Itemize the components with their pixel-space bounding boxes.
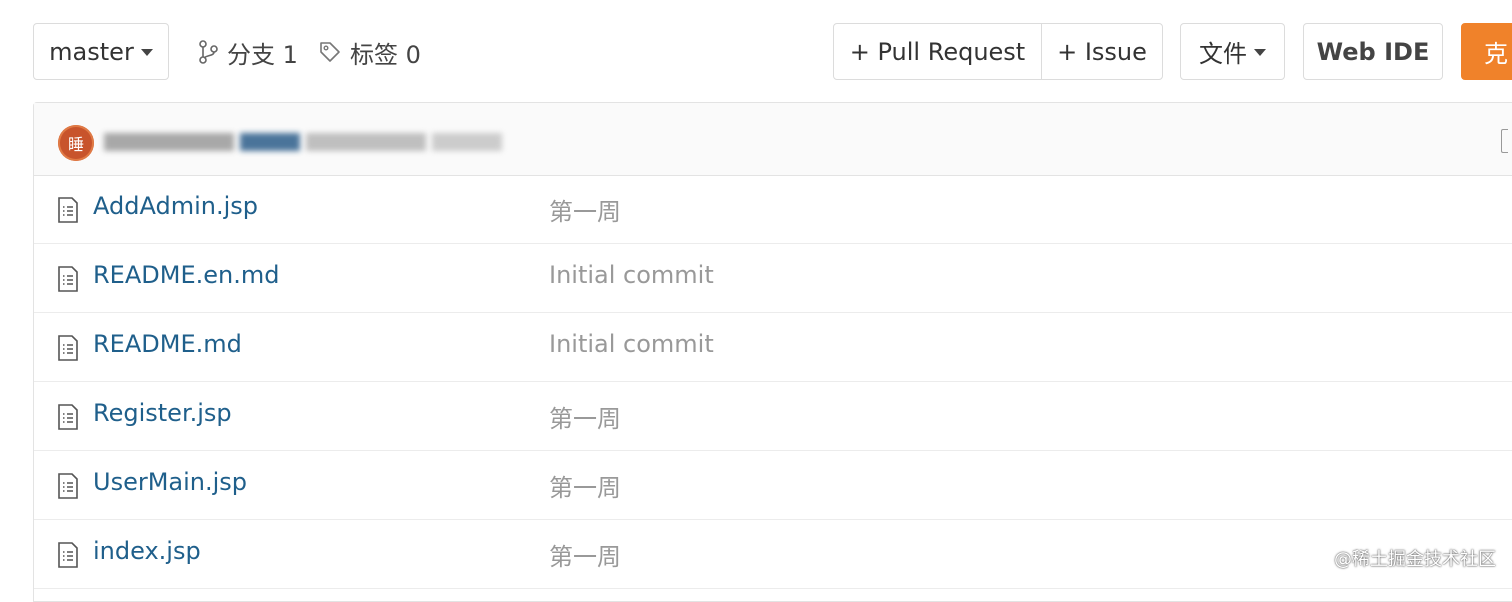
tag-icon	[320, 42, 340, 62]
file-row[interactable]: UserMain.jsp 第一周	[34, 451, 1512, 520]
redacted-author	[104, 133, 234, 151]
redacted-commit-hash	[306, 133, 426, 151]
tags-link[interactable]: 标签 0	[318, 34, 421, 70]
redacted-commit-time	[432, 133, 502, 151]
file-dropdown[interactable]: 文件	[1180, 23, 1285, 80]
commit-message-link[interactable]: 第一周	[549, 537, 621, 572]
file-name-link[interactable]: AddAdmin.jsp	[93, 192, 258, 220]
file-label: 文件	[1199, 40, 1247, 68]
new-pull-request-button[interactable]: + Pull Request	[834, 24, 1042, 79]
watermark: @稀土掘金技术社区	[1334, 549, 1496, 570]
chevron-down-icon	[140, 49, 153, 56]
latest-commit-bar: 睡	[34, 103, 1512, 176]
file-icon	[58, 404, 78, 430]
file-icon	[58, 197, 78, 223]
new-issue-button[interactable]: + Issue	[1042, 24, 1162, 79]
file-icon	[58, 335, 78, 361]
commit-message-link[interactable]: 第一周	[549, 468, 621, 503]
commit-message-link[interactable]: 第一周	[549, 399, 621, 434]
commit-bar-edge	[1501, 129, 1508, 153]
file-row[interactable]: README.md Initial commit	[34, 313, 1512, 382]
file-icon	[58, 542, 78, 568]
branch-label: master	[49, 37, 134, 66]
repo-toolbar: master 分支 1 标签 0 + Pull Request + Issue …	[0, 0, 1512, 102]
branches-link[interactable]: 分支 1	[197, 34, 298, 70]
chevron-down-icon	[1254, 49, 1266, 56]
file-icon	[58, 266, 78, 292]
file-tree: 睡 AddAdmin.jsp 第一周 README.en.md Initial …	[33, 102, 1512, 602]
file-icon	[58, 473, 78, 499]
commit-message-link[interactable]: 第一周	[549, 192, 621, 227]
file-name-link[interactable]: index.jsp	[93, 537, 201, 565]
file-row[interactable]: AddAdmin.jsp 第一周	[34, 175, 1512, 244]
redacted-commit-link	[240, 133, 300, 151]
file-name-link[interactable]: README.en.md	[93, 261, 279, 289]
web-ide-button[interactable]: Web IDE	[1303, 23, 1443, 80]
avatar[interactable]: 睡	[58, 125, 94, 161]
commit-message-link[interactable]: Initial commit	[549, 330, 714, 358]
tags-count: 标签 0	[350, 40, 421, 69]
commit-info-redacted	[104, 129, 508, 155]
pr-issue-group: + Pull Request + Issue	[833, 23, 1163, 80]
clone-button[interactable]: 克	[1461, 23, 1512, 80]
branch-icon	[199, 40, 218, 64]
file-name-link[interactable]: Register.jsp	[93, 399, 232, 427]
file-name-link[interactable]: README.md	[93, 330, 242, 358]
file-name-link[interactable]: UserMain.jsp	[93, 468, 247, 496]
file-row[interactable]: README.en.md Initial commit	[34, 244, 1512, 313]
file-row[interactable]: Register.jsp 第一周	[34, 382, 1512, 451]
branch-select[interactable]: master	[33, 23, 169, 80]
file-row[interactable]: index.jsp 第一周	[34, 520, 1512, 589]
branches-count: 分支 1	[227, 40, 298, 69]
commit-message-link[interactable]: Initial commit	[549, 261, 714, 289]
